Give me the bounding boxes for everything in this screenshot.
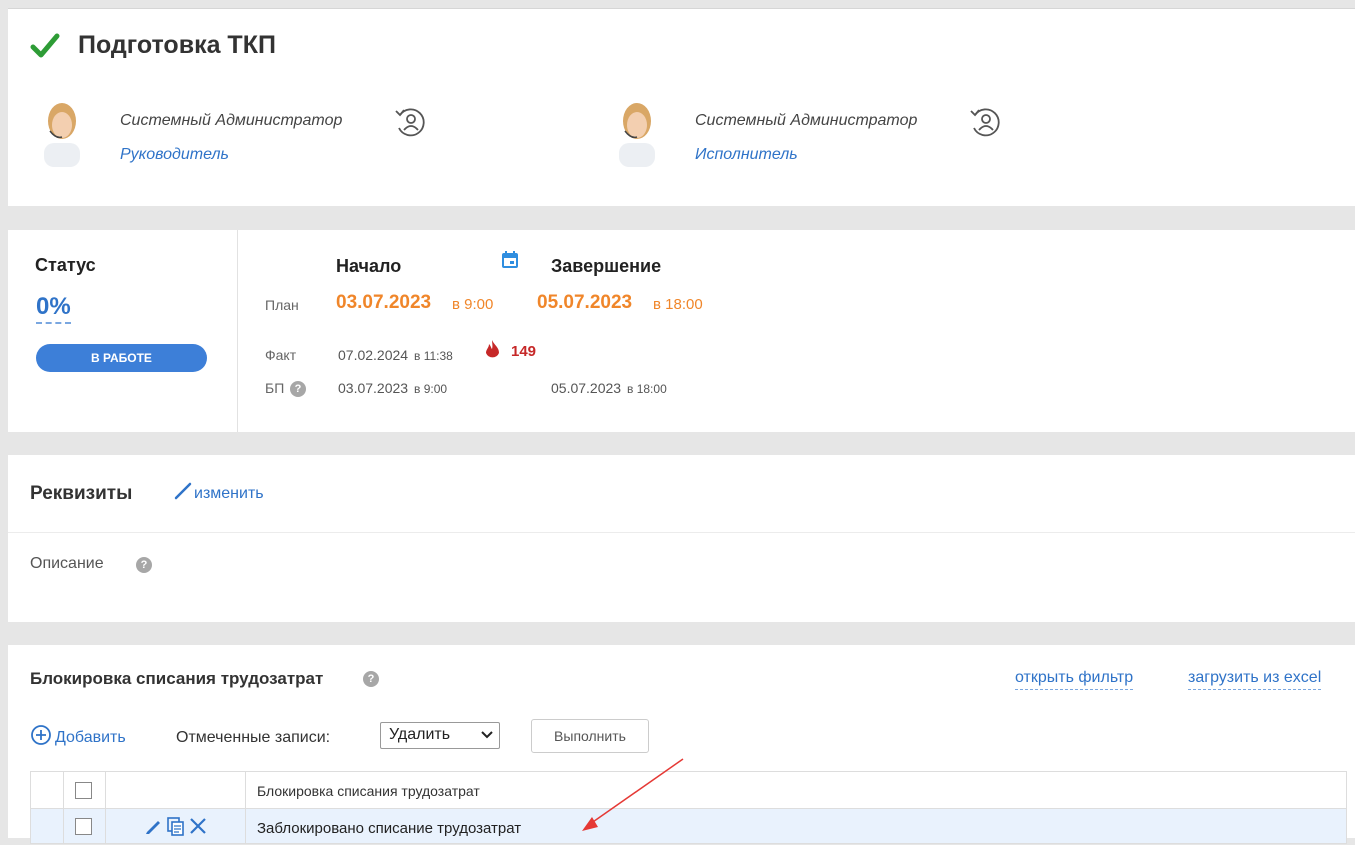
status-dates-panel: Статус 0% В РАБОТЕ Начало Завершение Пла… [8,230,1355,432]
avatar [619,103,655,167]
fire-icon [486,340,499,358]
fact-start-time: в 11:38 [414,349,453,363]
row-value: Заблокировано списание трудозатрат [257,820,522,837]
check-icon [30,33,60,58]
column-divider [245,772,246,808]
bulk-action-select[interactable]: Удалить [380,722,500,749]
chevron-down-icon [481,731,493,739]
add-label: Добавить [55,729,126,746]
reassign-user-icon[interactable] [967,104,1003,140]
column-divider [63,772,64,808]
plan-start-date: 03.07.2023 [336,292,432,313]
avatar [44,103,80,167]
bp-end-time: в 18:00 [627,382,667,396]
row-checkbox[interactable] [75,818,92,835]
open-filter-link[interactable]: открыть фильтр [1015,669,1134,690]
bulk-action-value: Удалить [389,726,451,743]
executor-role-link[interactable]: Исполнитель [695,146,798,164]
edit-icon[interactable] [143,816,163,836]
add-button[interactable]: Добавить [30,724,126,747]
start-header: Начало [336,256,402,276]
select-all-checkbox[interactable] [75,782,92,799]
block-section-title: Блокировка списания трудозатрат [30,669,324,688]
help-icon[interactable]: ? [290,381,306,397]
copy-icon[interactable] [165,816,185,836]
pencil-icon [174,482,192,500]
plus-circle-icon [31,725,51,745]
bp-label: БП [265,380,285,396]
overdue-days: 149 [511,343,537,360]
bp-start-date: 03.07.2023 [338,380,409,396]
plan-end-time: в 18:00 [653,296,703,313]
column-header: Блокировка списания трудозатрат [257,783,480,799]
edit-label: изменить [194,485,264,502]
bp-end-date: 05.07.2023 [551,380,622,396]
bp-start-time: в 9:00 [414,382,448,396]
marked-records-label: Отмеченные записи: [176,729,331,746]
end-header: Завершение [551,256,662,276]
status-button[interactable]: В РАБОТЕ [36,344,207,372]
progress-value[interactable]: 0% [36,294,71,324]
status-column: Статус 0% В РАБОТЕ [8,230,238,432]
divider [8,532,1355,533]
description-label: Описание [30,555,104,572]
edit-requisites-link[interactable]: изменить [174,482,264,503]
manager-role-link[interactable]: Руководитель [120,146,229,164]
page-title: Подготовка ТКП [78,31,276,59]
annotation-arrow [582,758,684,831]
fact-start-date: 07.02.2024 [338,347,409,363]
task-header: Подготовка ТКП Системный Администратор Р… [8,8,1355,206]
labor-block-panel: Блокировка списания трудозатрат ? открыт… [8,645,1355,844]
fact-label: Факт [265,347,297,363]
requisites-panel: Реквизиты изменить Описание ? [8,455,1355,622]
help-icon[interactable]: ? [363,671,379,687]
manager-name: Системный Администратор [120,112,343,129]
column-divider [105,772,106,808]
executor-name: Системный Администратор [695,112,918,129]
delete-icon[interactable] [188,816,208,836]
load-excel-link[interactable]: загрузить из excel [1188,669,1322,690]
plan-end-date: 05.07.2023 [537,292,633,313]
calendar-icon[interactable] [500,250,520,270]
plan-label: План [265,297,299,313]
status-label: Статус [35,255,96,275]
reassign-user-icon[interactable] [392,104,428,140]
help-icon[interactable]: ? [136,557,152,573]
plan-start-time: в 9:00 [452,296,494,313]
requisites-title: Реквизиты [30,483,133,504]
